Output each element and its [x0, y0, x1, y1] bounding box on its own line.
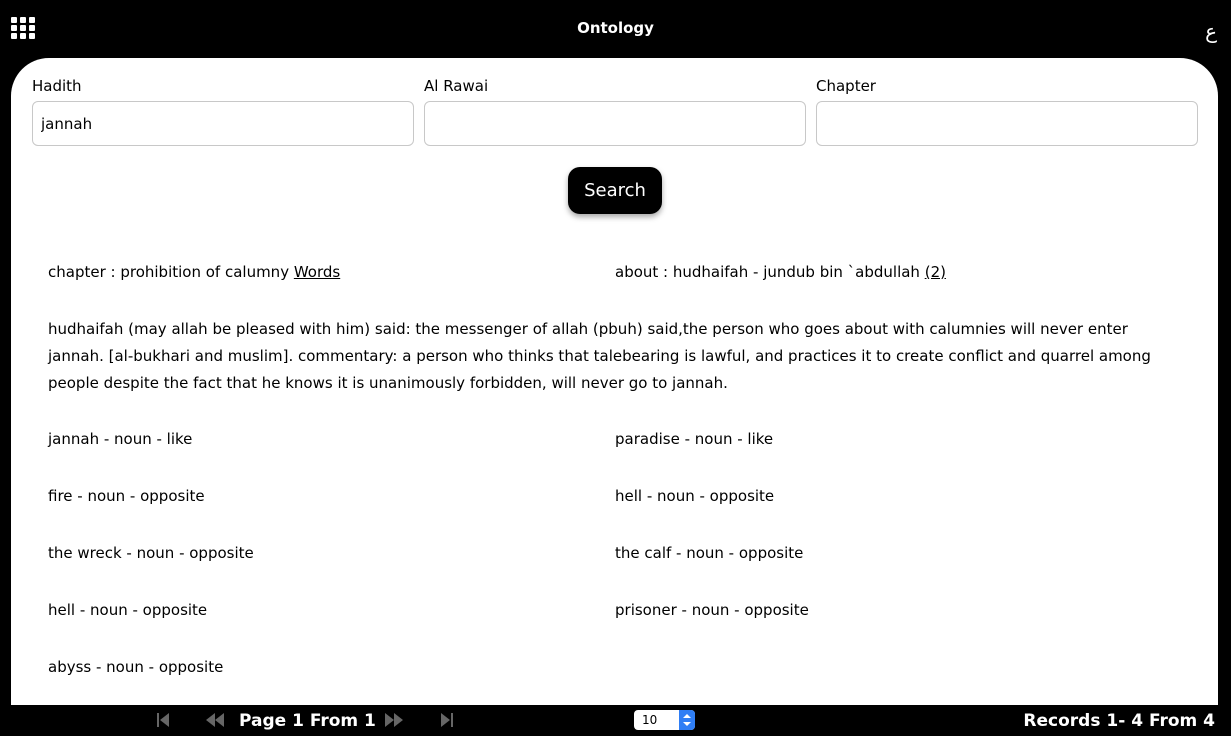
- main-panel: Hadith Al Rawai Chapter Search chapter :…: [11, 58, 1218, 705]
- term-item: the calf - noun - opposite: [615, 544, 804, 562]
- chapter-label: Chapter: [816, 77, 876, 95]
- per-page-value: 10: [642, 713, 658, 727]
- term-item: jannah - noun - like: [48, 430, 193, 448]
- hadith-input[interactable]: [32, 101, 414, 146]
- term-item: hell - noun - opposite: [615, 487, 775, 505]
- language-toggle[interactable]: ع: [1205, 18, 1217, 44]
- pagination-bar: Page 1 From 1 10 Records 1- 4 From 4: [0, 705, 1231, 735]
- prev-page-icon[interactable]: [206, 712, 224, 732]
- page-title: Ontology: [577, 19, 654, 37]
- per-page-select[interactable]: 10: [634, 710, 695, 730]
- hadith-text: hudhaifah (may allah be pleased with him…: [48, 320, 1151, 392]
- words-link[interactable]: Words: [294, 263, 340, 281]
- page-indicator: Page 1 From 1: [239, 711, 376, 731]
- hadith-label: Hadith: [32, 77, 82, 95]
- last-page-icon[interactable]: [441, 712, 453, 732]
- records-count: Records 1- 4 From 4: [1023, 711, 1215, 731]
- about-text: about : hudhaifah - jundub bin `abdullah: [615, 263, 925, 281]
- spinner-icon[interactable]: [679, 710, 695, 730]
- hadith-field-group: Hadith: [32, 78, 414, 146]
- narrator-count-link[interactable]: (2): [925, 263, 946, 281]
- term-item: paradise - noun - like: [615, 430, 774, 448]
- term-item: hell - noun - opposite: [48, 601, 208, 619]
- rawai-label: Al Rawai: [424, 77, 489, 95]
- first-page-icon[interactable]: [157, 712, 169, 732]
- top-bar: Ontology ع: [0, 0, 1231, 58]
- chapter-input[interactable]: [816, 101, 1198, 146]
- search-button[interactable]: Search: [568, 167, 662, 214]
- term-item: abyss - noun - opposite: [48, 658, 224, 676]
- result-about: about : hudhaifah - jundub bin `abdullah…: [615, 263, 946, 281]
- next-page-icon[interactable]: [385, 712, 403, 732]
- rawai-field-group: Al Rawai: [424, 78, 806, 146]
- chapter-field-group: Chapter: [816, 78, 1198, 146]
- term-item: fire - noun - opposite: [48, 487, 205, 505]
- result-chapter: chapter : prohibition of calumny Words: [48, 263, 340, 281]
- term-item: the wreck - noun - opposite: [48, 544, 254, 562]
- rawai-input[interactable]: [424, 101, 806, 146]
- term-item: prisoner - noun - opposite: [615, 601, 809, 619]
- chapter-text: chapter : prohibition of calumny: [48, 263, 294, 281]
